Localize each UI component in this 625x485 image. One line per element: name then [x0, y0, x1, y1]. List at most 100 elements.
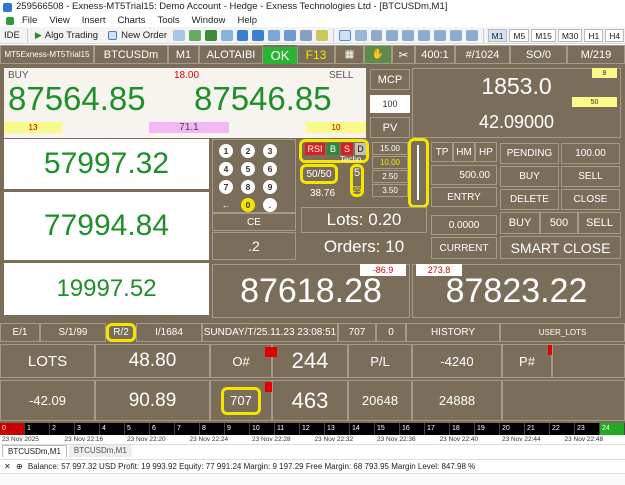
level-15[interactable]: 15.00: [372, 142, 408, 155]
menu-insert[interactable]: Insert: [76, 15, 112, 26]
symbol-label[interactable]: BTCUSDm: [94, 45, 168, 64]
channel-icon[interactable]: [418, 29, 431, 41]
row2-value-d: 463: [272, 380, 348, 421]
shapes-icon[interactable]: [465, 29, 478, 41]
horizontal-line-icon[interactable]: [386, 29, 399, 41]
level-10[interactable]: 10.00: [372, 156, 408, 169]
key-5[interactable]: 5: [241, 162, 255, 176]
fibonacci-icon[interactable]: [434, 29, 446, 41]
zoom-in-icon[interactable]: [236, 29, 249, 41]
percent-value: 71.1: [149, 122, 229, 133]
rsi-sell-button[interactable]: S: [341, 143, 353, 155]
chart-tab[interactable]: BTCUSDm,M1: [68, 445, 132, 457]
quick-buy-button[interactable]: BUY: [500, 212, 540, 234]
key-8[interactable]: 8: [241, 180, 255, 194]
key-1[interactable]: 1: [219, 144, 233, 158]
timeframe-m30[interactable]: M30: [557, 28, 583, 42]
key-backspace[interactable]: ←: [219, 198, 233, 212]
key-4[interactable]: 4: [219, 162, 233, 176]
hp-button[interactable]: HP: [475, 142, 497, 162]
timeframe-m1[interactable]: M1: [487, 28, 508, 42]
grid-icon[interactable]: ▦: [335, 45, 364, 64]
key-7[interactable]: 7: [219, 180, 233, 194]
buy-button[interactable]: BUY: [500, 166, 559, 187]
key-9[interactable]: 9: [263, 180, 277, 194]
entry-button[interactable]: ENTRY: [431, 187, 497, 207]
menu-view[interactable]: View: [43, 15, 75, 26]
f13-label[interactable]: F13: [297, 45, 335, 64]
pv-button[interactable]: PV: [370, 117, 410, 138]
hm-button[interactable]: HM: [453, 142, 475, 162]
menu-file[interactable]: File: [16, 15, 43, 26]
scissors-icon[interactable]: ✂: [392, 45, 415, 64]
rsi-d-button[interactable]: D: [355, 143, 366, 155]
amount-input[interactable]: 500.00: [431, 165, 497, 185]
close-button[interactable]: CLOSE: [561, 189, 620, 210]
hand-icon[interactable]: ✋: [364, 45, 392, 64]
terminal-icon[interactable]: [6, 16, 14, 25]
timeframe-h4[interactable]: H4: [605, 28, 625, 42]
lots-total: 48.80: [95, 344, 210, 378]
key-dot[interactable]: .: [263, 198, 277, 212]
ruler-segment: 16: [400, 423, 425, 435]
leverage-label: 400:1: [415, 45, 455, 64]
clear-entry-button[interactable]: CE: [212, 213, 296, 231]
zoom-out-icon[interactable]: [252, 29, 265, 41]
candlestick-icon[interactable]: [204, 29, 217, 41]
vertical-line-icon[interactable]: [370, 29, 383, 41]
ide-button[interactable]: IDE: [1, 28, 23, 43]
indicators-icon[interactable]: [284, 29, 297, 41]
fifty-fifty-button[interactable]: 50/50: [300, 164, 338, 184]
rsi-button[interactable]: RSI: [305, 143, 325, 155]
sell-button[interactable]: SELL: [561, 166, 620, 187]
algo-trading-button[interactable]: ▶ Algo Trading: [32, 28, 101, 43]
time-axis-label: 23 Nov 22:32: [314, 436, 354, 443]
m-label: M/219: [567, 45, 625, 64]
key-2[interactable]: 2: [241, 144, 255, 158]
tp-button[interactable]: TP: [431, 142, 453, 162]
text-tool-icon[interactable]: [449, 29, 462, 41]
level-slider[interactable]: [417, 145, 419, 200]
mcp-button[interactable]: MCP: [370, 69, 410, 90]
experts-icon[interactable]: [315, 29, 328, 41]
key-6[interactable]: 6: [263, 162, 277, 176]
templates-icon[interactable]: [300, 29, 312, 41]
timeframe-h1[interactable]: H1: [584, 28, 604, 42]
bar-chart-icon[interactable]: [188, 29, 201, 41]
quick-sell-button[interactable]: SELL: [578, 212, 621, 234]
timeframe-m5[interactable]: M5: [509, 28, 530, 42]
line-chart-icon[interactable]: [220, 29, 233, 41]
menu-window[interactable]: Window: [186, 15, 232, 26]
ok-button[interactable]: OK: [263, 47, 297, 64]
cursor-icon[interactable]: [338, 29, 351, 41]
pending-value[interactable]: 100.00: [561, 143, 620, 164]
pending-button[interactable]: PENDING: [500, 143, 559, 164]
history-button[interactable]: HISTORY: [406, 323, 500, 342]
quick-lot-value[interactable]: 500: [540, 212, 578, 234]
trendline-icon[interactable]: [402, 29, 415, 41]
key-3[interactable]: 3: [263, 144, 277, 158]
new-order-button[interactable]: New Order: [103, 28, 170, 43]
chart-trade-icon[interactable]: [173, 29, 185, 41]
delete-button[interactable]: DELETE: [500, 189, 559, 210]
window-title: 259566508 - Exness-MT5Trial15: Demo Acco…: [16, 1, 448, 12]
tile-windows-icon[interactable]: [268, 29, 281, 41]
chart-tab-active[interactable]: BTCUSDm,M1: [2, 445, 67, 457]
menu-help[interactable]: Help: [231, 15, 263, 26]
rsi-buy-button[interactable]: B: [327, 143, 339, 155]
mcp-input[interactable]: 100: [370, 95, 410, 113]
smart-close-button[interactable]: SMART CLOSE: [500, 236, 621, 259]
left-value: 13: [4, 122, 62, 133]
crosshair-icon[interactable]: [354, 29, 367, 41]
level-3-5[interactable]: 3.50: [372, 184, 408, 197]
current-button[interactable]: CURRENT: [431, 237, 497, 259]
close-icon[interactable]: ✕: [4, 462, 11, 471]
datetime-label: SUNDAY/T/25.11.23 23:08:51: [202, 323, 338, 342]
level-2-5[interactable]: 2.50: [372, 170, 408, 183]
timeframe-label[interactable]: M1: [168, 45, 199, 64]
key-0[interactable]: 0: [241, 198, 255, 212]
timeframe-m15[interactable]: M15: [531, 28, 556, 42]
equity-value: 77994.84: [4, 192, 209, 260]
menu-tools[interactable]: Tools: [151, 15, 185, 26]
menu-charts[interactable]: Charts: [112, 15, 152, 26]
